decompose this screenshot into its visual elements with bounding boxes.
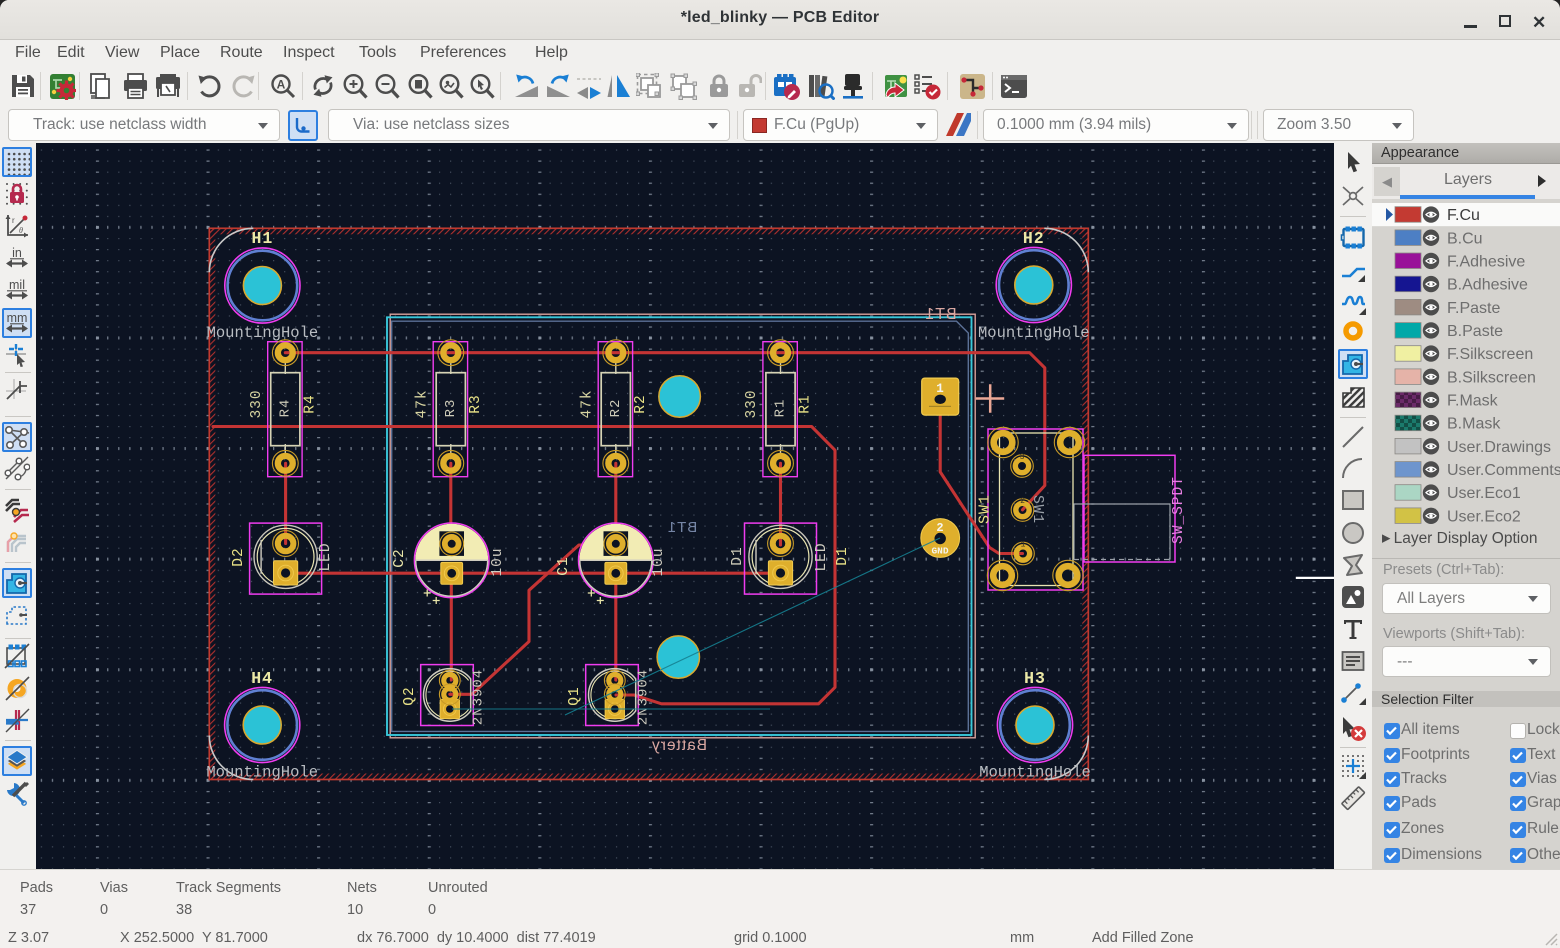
svg-text:Q1: Q1 xyxy=(567,686,583,705)
svg-text:mm: mm xyxy=(7,311,28,325)
svg-text:User.Drawings: User.Drawings xyxy=(1447,439,1551,456)
svg-text:B.Adhesive: B.Adhesive xyxy=(1447,277,1528,294)
svg-text:F.Cu: F.Cu xyxy=(1447,207,1480,224)
svg-text:F.Paste: F.Paste xyxy=(1447,300,1500,317)
svg-text:3: 3 xyxy=(1020,453,1025,462)
svg-text:R2: R2 xyxy=(633,394,649,413)
svg-text:2: 2 xyxy=(1020,497,1025,506)
svg-text:R2: R2 xyxy=(608,399,624,418)
svg-text:B.Silkscreen: B.Silkscreen xyxy=(1447,369,1536,386)
svg-text:A: A xyxy=(277,78,286,92)
svg-text:MountingHole: MountingHole xyxy=(206,764,318,782)
svg-text:User.Comments: User.Comments xyxy=(1447,462,1560,479)
svg-text:MountingHole: MountingHole xyxy=(207,324,319,342)
svg-text:1: 1 xyxy=(936,382,944,396)
svg-text:SW1: SW1 xyxy=(1029,495,1045,524)
svg-text:47k: 47k xyxy=(579,389,595,418)
svg-text:H2: H2 xyxy=(1023,229,1045,248)
svg-text:SW_SPDT: SW_SPDT xyxy=(1171,476,1187,544)
svg-text:R4: R4 xyxy=(277,399,293,418)
svg-text:R1: R1 xyxy=(773,399,789,418)
svg-text:330: 330 xyxy=(744,389,760,418)
svg-text:r: r xyxy=(12,216,15,225)
svg-text:LED: LED xyxy=(318,542,334,571)
svg-text:R3: R3 xyxy=(443,399,459,418)
svg-text:B.Mask: B.Mask xyxy=(1447,416,1501,433)
svg-text:mil: mil xyxy=(9,278,25,292)
svg-text:47k: 47k xyxy=(414,389,430,418)
svg-text:MountingHole: MountingHole xyxy=(979,764,1091,782)
svg-text:Q2: Q2 xyxy=(402,686,418,705)
svg-text:D1: D1 xyxy=(730,546,746,565)
svg-text:R3: R3 xyxy=(468,394,484,413)
svg-text:F.Mask: F.Mask xyxy=(1447,392,1499,409)
svg-text:Battery: Battery xyxy=(651,737,707,754)
svg-text:10u: 10u xyxy=(490,547,506,576)
svg-text:C2: C2 xyxy=(392,548,408,567)
svg-text:F.Silkscreen: F.Silkscreen xyxy=(1447,346,1533,363)
svg-text:User.Eco1: User.Eco1 xyxy=(1447,485,1521,502)
svg-text:2: 2 xyxy=(936,521,943,535)
svg-text:in: in xyxy=(12,246,22,260)
svg-text:D1: D1 xyxy=(835,546,851,565)
svg-text:F.Adhesive: F.Adhesive xyxy=(1447,253,1525,270)
svg-text:B.Cu: B.Cu xyxy=(1447,230,1483,247)
svg-text:D2: D2 xyxy=(231,547,247,566)
svg-text:SW1: SW1 xyxy=(977,494,994,524)
svg-text:GND: GND xyxy=(931,546,948,557)
svg-text:330: 330 xyxy=(249,389,265,418)
svg-text:10u: 10u xyxy=(651,547,667,576)
svg-text:User.Eco2: User.Eco2 xyxy=(1447,508,1521,525)
svg-text:H4: H4 xyxy=(251,669,273,688)
svg-text:H3: H3 xyxy=(1024,669,1046,688)
svg-text:BT1: BT1 xyxy=(924,306,956,323)
svg-text:θ: θ xyxy=(19,226,23,235)
svg-text:C1: C1 xyxy=(556,556,572,575)
svg-text:MountingHole: MountingHole xyxy=(978,324,1090,342)
svg-text:R4: R4 xyxy=(302,394,318,413)
svg-text:2N3904: 2N3904 xyxy=(636,669,652,725)
svg-text:2N3904: 2N3904 xyxy=(471,669,487,725)
svg-text:1: 1 xyxy=(1021,541,1026,550)
svg-text:R1: R1 xyxy=(798,394,814,413)
svg-text:H1: H1 xyxy=(251,229,273,248)
svg-text:B.Paste: B.Paste xyxy=(1447,323,1503,340)
svg-text:LED: LED xyxy=(814,542,830,571)
svg-text:BT1: BT1 xyxy=(667,519,698,536)
